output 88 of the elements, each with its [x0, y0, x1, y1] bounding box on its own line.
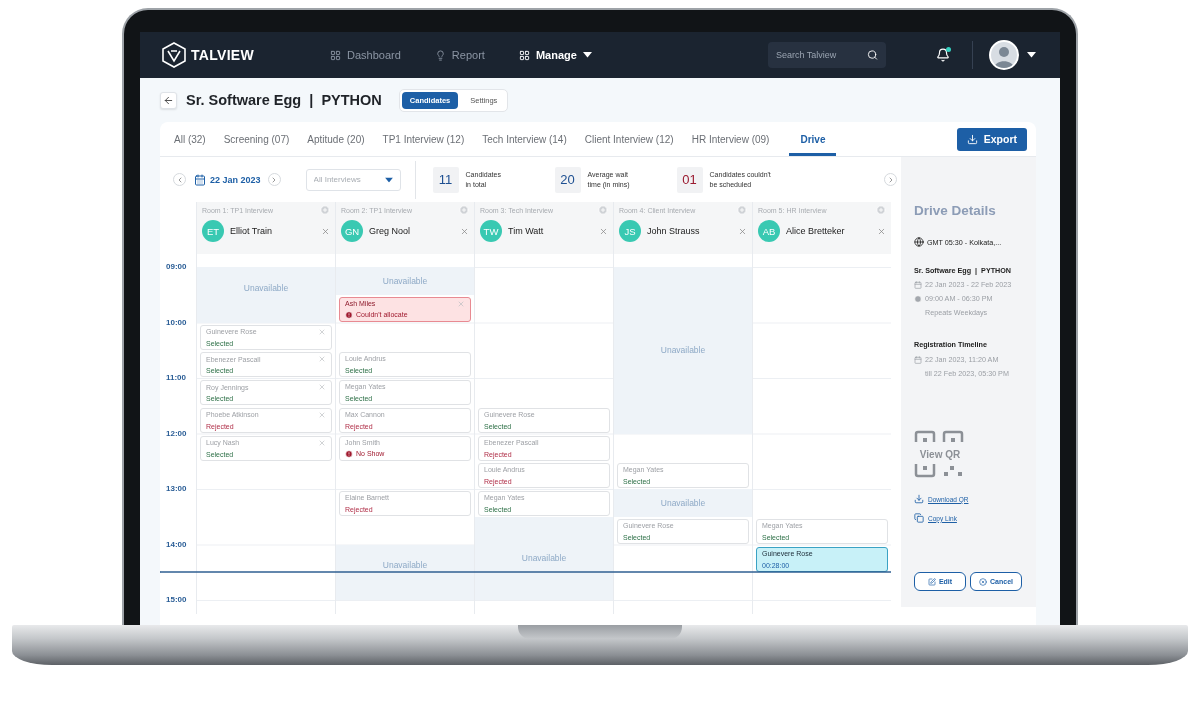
- nav-item[interactable]: Manage: [518, 49, 592, 61]
- alert-icon: [345, 310, 353, 319]
- panel-title: Drive Details: [914, 203, 997, 218]
- calendar-icon: [914, 280, 922, 289]
- interview-filter-field[interactable]: All Interviews: [305, 168, 401, 191]
- close-icon[interactable]: [457, 299, 465, 308]
- search-icon[interactable]: [867, 49, 878, 61]
- close-icon[interactable]: [318, 438, 326, 447]
- close-icon[interactable]: [460, 226, 469, 236]
- alert-icon: [345, 449, 353, 458]
- stage-tab[interactable]: Screening (07): [215, 122, 298, 156]
- add-icon[interactable]: [876, 205, 886, 215]
- time-label: 12:00: [166, 428, 187, 438]
- nav-item[interactable]: Report: [434, 49, 485, 61]
- previous-day-button[interactable]: [173, 173, 186, 186]
- export-button[interactable]: Export: [956, 127, 1027, 151]
- interviewer-avatar: ET: [202, 220, 224, 242]
- next-day-button[interactable]: [267, 173, 281, 186]
- close-icon[interactable]: [877, 226, 886, 236]
- clock-icon: [914, 294, 922, 303]
- stage-tab[interactable]: Tech Interview (14): [474, 122, 575, 156]
- add-icon[interactable]: [737, 205, 747, 215]
- time-label: 15:00: [166, 595, 187, 604]
- close-icon[interactable]: [599, 226, 608, 236]
- unavailable-label: Unavailable: [660, 497, 706, 508]
- time-label: 11:00: [166, 373, 187, 382]
- stat-value: 01: [676, 166, 703, 193]
- interviewer-avatar: JS: [619, 220, 641, 242]
- back-arrow-icon: [163, 94, 174, 106]
- close-icon[interactable]: [318, 355, 326, 364]
- interviewer-name: John Strauss: [647, 226, 701, 236]
- logo-icon: [162, 42, 186, 68]
- time-label: 09:00: [166, 262, 187, 271]
- add-icon[interactable]: [459, 205, 469, 215]
- close-icon[interactable]: [318, 410, 326, 419]
- stat-value: 11: [432, 166, 459, 193]
- lightbulb-icon: [434, 49, 446, 61]
- unavailable-label: Unavailable: [382, 560, 428, 571]
- cancel-icon: [979, 577, 987, 586]
- stage-tab[interactable]: TP1 Interview (12): [374, 122, 473, 156]
- stat-value: 20: [554, 166, 581, 193]
- grid-icon: [518, 49, 530, 61]
- unavailable-label: Unavailable: [521, 553, 567, 564]
- interviewer-name: Elliot Train: [230, 226, 274, 236]
- qr-icon: [914, 430, 966, 478]
- stage-tab[interactable]: HR Interview (09): [683, 122, 778, 156]
- stage-tab[interactable]: Aptitude (20): [299, 122, 373, 156]
- selected-date: 22 Jan 2023: [210, 174, 261, 185]
- qr-label: View QR: [918, 448, 962, 460]
- copy-icon: [914, 513, 924, 523]
- close-icon[interactable]: [321, 226, 330, 236]
- time-label: 10:00: [166, 317, 187, 327]
- interviewer-avatar: TW: [480, 220, 502, 242]
- add-icon[interactable]: [598, 205, 608, 215]
- interviewer-avatar: AB: [758, 220, 780, 242]
- stage-tab[interactable]: Client Interview (12): [576, 122, 682, 156]
- download-icon: [914, 494, 924, 504]
- add-icon[interactable]: [320, 205, 330, 215]
- stage-tab[interactable]: Drive: [789, 122, 837, 156]
- interviewer-name: Alice Bretteker: [786, 226, 846, 236]
- interviewer-name: Greg Nool: [369, 226, 412, 236]
- edit-icon: [927, 577, 936, 586]
- stage-tab[interactable]: All (32): [166, 122, 214, 156]
- brand-name: TALVIEW: [191, 47, 254, 63]
- user-avatar[interactable]: [989, 40, 1019, 70]
- time-label: 14:00: [166, 539, 187, 549]
- page-title: Sr. Software Egg | PYTHON: [186, 92, 382, 108]
- interviewer-avatar: GN: [341, 220, 363, 242]
- interviewer-name: Tim Watt: [508, 226, 545, 236]
- globe-icon: [914, 237, 924, 247]
- nav-item[interactable]: Dashboard: [330, 49, 401, 61]
- back-button[interactable]: [160, 91, 177, 109]
- close-icon[interactable]: [738, 226, 747, 236]
- unavailable-label: Unavailable: [243, 282, 289, 293]
- bell-icon[interactable]: [936, 48, 950, 62]
- unavailable-label: Unavailable: [382, 275, 428, 286]
- caret-icon[interactable]: [1027, 52, 1036, 58]
- grid-icon: [330, 49, 341, 61]
- calendar-icon: [194, 173, 206, 186]
- unavailable-label: Unavailable: [660, 345, 706, 356]
- scroll-right-button[interactable]: [884, 173, 897, 186]
- close-icon[interactable]: [318, 383, 326, 391]
- download-icon: [966, 133, 978, 145]
- calendar-icon: [914, 355, 922, 364]
- caret-icon[interactable]: [384, 177, 393, 182]
- search-field[interactable]: Search Talview: [768, 42, 886, 68]
- time-label: 13:00: [166, 484, 187, 493]
- close-icon[interactable]: [318, 327, 326, 336]
